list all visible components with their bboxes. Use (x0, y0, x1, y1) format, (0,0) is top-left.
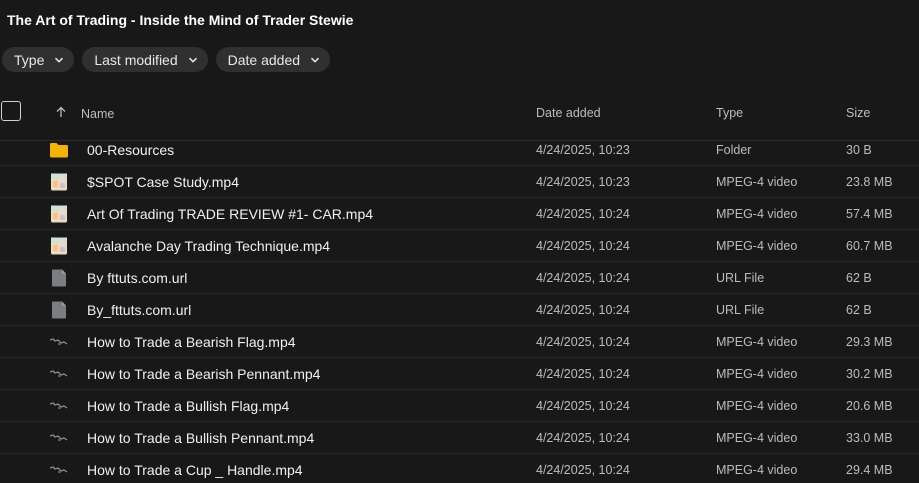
file-size: 30 B (846, 143, 872, 157)
last-modified-filter-label: Last modified (94, 51, 178, 68)
file-row[interactable]: By fttuts.com.url 4/24/2025, 10:24 URL Fil… (0, 262, 919, 294)
file-name[interactable]: Avalanche Day Trading Technique.mp4 (87, 238, 330, 254)
file-size: 33.0 MB (846, 431, 893, 445)
filter-bar: Type Last modified Date added (2, 47, 331, 72)
file-size: 57.4 MB (846, 207, 893, 221)
file-name[interactable]: 00-Resources (87, 142, 174, 158)
type-filter-button[interactable]: Type (2, 47, 75, 72)
file-row[interactable]: How to Trade a Bullish Pennant.mp4 4/24/2… (0, 422, 919, 454)
folder-title: The Art of Trading - Inside the Mind of … (7, 12, 354, 28)
file-row[interactable]: How to Trade a Bullish Flag.mp4 4/24/2025… (0, 390, 919, 422)
file-name[interactable]: By fttuts.com.url (87, 270, 187, 286)
chart-thumbnail-icon (49, 461, 69, 479)
file-row[interactable]: How to Trade a Cup _ Handle.mp4 4/24/2025… (0, 454, 919, 483)
file-date-added: 4/24/2025, 10:24 (536, 271, 630, 285)
file-type: Folder (716, 143, 752, 157)
chevron-down-icon (311, 57, 320, 63)
file-size: 30.2 MB (846, 367, 893, 381)
file-size: 29.4 MB (846, 463, 893, 477)
file-type: MPEG-4 video (716, 175, 798, 189)
file-name[interactable]: By_fttuts.com.url (87, 302, 191, 318)
date-added-filter-label: Date added (227, 51, 301, 68)
file-list: 00-Resources 4/24/2025, 10:23 Folder 30 B $S… (0, 134, 919, 483)
file-date-added: 4/24/2025, 10:24 (536, 239, 630, 253)
file-date-added: 4/24/2025, 10:24 (536, 399, 630, 413)
date-added-filter-button[interactable]: Date added (215, 47, 331, 72)
file-size: 62 B (846, 271, 872, 285)
chevron-down-icon (55, 57, 64, 63)
file-name[interactable]: Art Of Trading TRADE REVIEW #1- CAR.mp4 (87, 206, 373, 222)
file-type: MPEG-4 video (716, 399, 798, 413)
file-row[interactable]: How to Trade a Bearish Pennant.mp4 4/24/2… (0, 358, 919, 390)
file-row[interactable]: Avalanche Day Trading Technique.mp4 4/24/… (0, 230, 919, 262)
file-type: MPEG-4 video (716, 431, 798, 445)
file-date-added: 4/24/2025, 10:24 (536, 207, 630, 221)
file-icon (49, 269, 69, 287)
file-size: 62 B (846, 303, 872, 317)
file-date-added: 4/24/2025, 10:23 (536, 143, 630, 157)
file-type: MPEG-4 video (716, 239, 798, 253)
file-name[interactable]: How to Trade a Bullish Flag.mp4 (87, 398, 289, 414)
chevron-down-icon (188, 57, 197, 63)
file-type: MPEG-4 video (716, 207, 798, 221)
video-thumbnail-icon (49, 173, 69, 191)
chart-thumbnail-icon (49, 429, 69, 447)
chart-thumbnail-icon (49, 397, 69, 415)
last-modified-filter-button[interactable]: Last modified (82, 47, 208, 72)
file-size: 60.7 MB (846, 239, 893, 253)
file-name[interactable]: How to Trade a Bearish Flag.mp4 (87, 334, 296, 350)
file-size: 20.6 MB (846, 399, 893, 413)
column-header-date-added[interactable]: Date added (536, 106, 601, 120)
file-date-added: 4/24/2025, 10:23 (536, 175, 630, 189)
select-all-checkbox[interactable] (1, 101, 21, 121)
file-name[interactable]: How to Trade a Cup _ Handle.mp4 (87, 462, 303, 478)
file-type: MPEG-4 video (716, 367, 798, 381)
column-header-type[interactable]: Type (716, 106, 743, 120)
file-size: 23.8 MB (846, 175, 893, 189)
file-icon (49, 301, 69, 319)
file-name[interactable]: How to Trade a Bullish Pennant.mp4 (87, 430, 314, 446)
file-row[interactable]: 00-Resources 4/24/2025, 10:23 Folder 30 B (0, 134, 919, 166)
column-header-size[interactable]: Size (846, 106, 870, 120)
file-name[interactable]: $SPOT Case Study.mp4 (87, 174, 239, 190)
folder-icon (49, 141, 69, 159)
video-thumbnail-icon (49, 237, 69, 255)
file-date-added: 4/24/2025, 10:24 (536, 431, 630, 445)
file-size: 29.3 MB (846, 335, 893, 349)
file-date-added: 4/24/2025, 10:24 (536, 463, 630, 477)
file-type: MPEG-4 video (716, 463, 798, 477)
column-header-name[interactable]: Name (81, 107, 114, 121)
chart-thumbnail-icon (49, 365, 69, 383)
sort-ascending-icon[interactable] (55, 106, 67, 118)
file-date-added: 4/24/2025, 10:24 (536, 303, 630, 317)
file-type: MPEG-4 video (716, 335, 798, 349)
file-row[interactable]: How to Trade a Bearish Flag.mp4 4/24/2025… (0, 326, 919, 358)
file-name[interactable]: How to Trade a Bearish Pennant.mp4 (87, 366, 320, 382)
file-row[interactable]: Art Of Trading TRADE REVIEW #1- CAR.mp4 4… (0, 198, 919, 230)
file-browser: The Art of Trading - Inside the Mind of … (0, 0, 919, 483)
file-date-added: 4/24/2025, 10:24 (536, 335, 630, 349)
chart-thumbnail-icon (49, 333, 69, 351)
file-date-added: 4/24/2025, 10:24 (536, 367, 630, 381)
type-filter-label: Type (14, 51, 45, 68)
file-row[interactable]: $SPOT Case Study.mp4 4/24/2025, 10:23 MPEG… (0, 166, 919, 198)
file-type: URL File (716, 271, 765, 285)
file-type: URL File (716, 303, 765, 317)
video-thumbnail-icon (49, 205, 69, 223)
file-row[interactable]: By_fttuts.com.url 4/24/2025, 10:24 URL Fil… (0, 294, 919, 326)
